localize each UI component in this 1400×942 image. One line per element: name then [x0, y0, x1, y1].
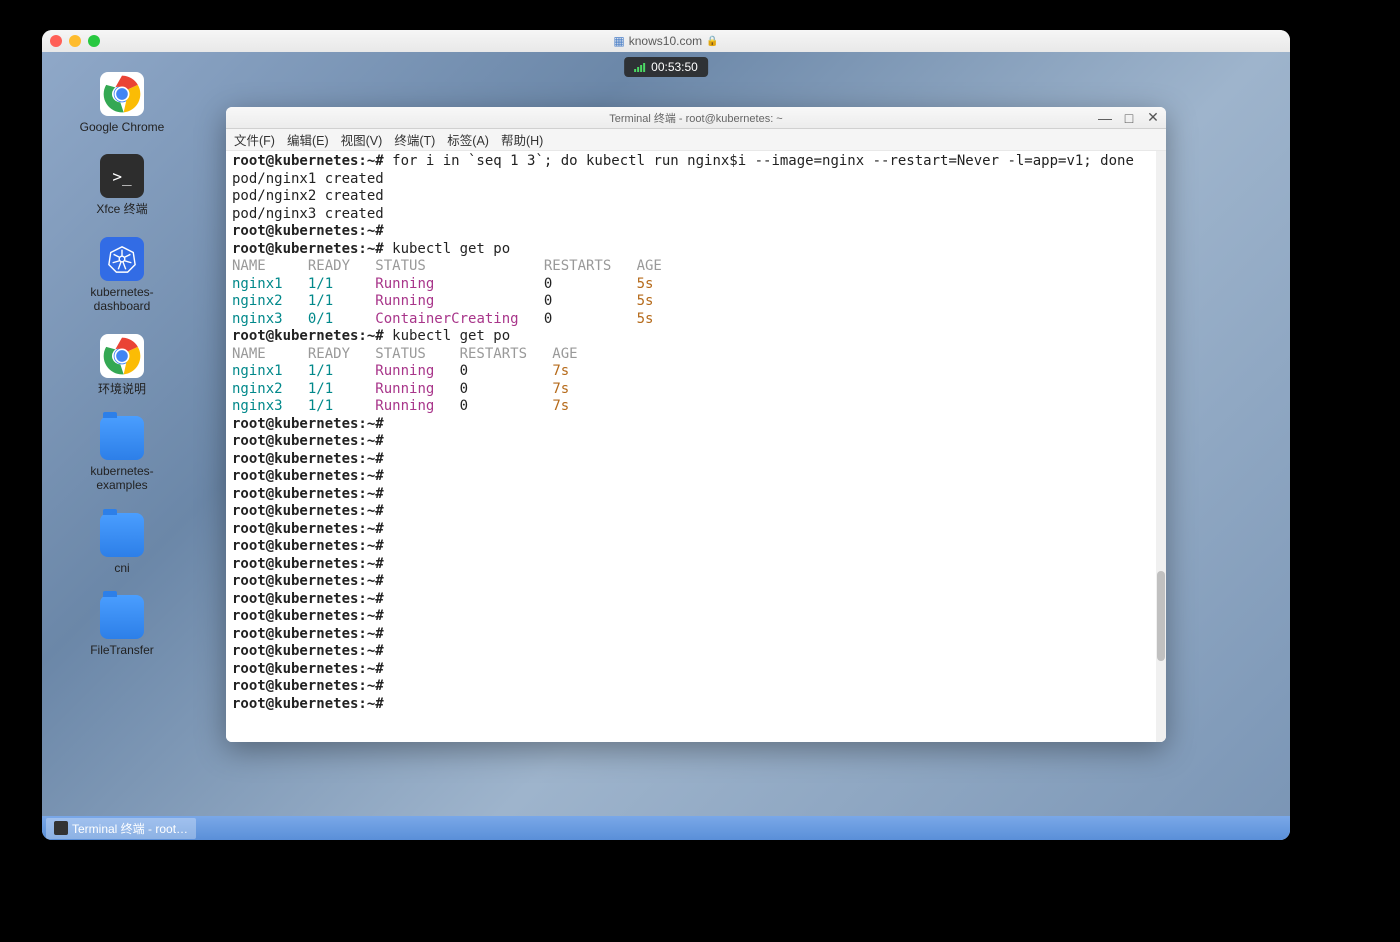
session-timer: 00:53:50: [624, 57, 708, 77]
empty-prompt: root@kubernetes:~#: [232, 416, 1160, 434]
traffic-lights: [50, 35, 100, 47]
output-created: pod/nginx1 created: [232, 171, 1160, 189]
empty-prompt: root@kubernetes:~#: [232, 556, 1160, 574]
site-icon: ▦: [613, 34, 624, 48]
lock-icon: 🔒: [706, 36, 718, 47]
cmd-create-pods: root@kubernetes:~# for i in `seq 1 3`; d…: [232, 153, 1160, 171]
mac-titlebar: ▦ knows10.com 🔒: [42, 30, 1290, 52]
minimize-icon[interactable]: —: [1098, 111, 1112, 125]
desktop-icon-label: Xfce 终端: [96, 202, 147, 216]
empty-prompt: root@kubernetes:~#: [232, 486, 1160, 504]
empty-prompt: root@kubernetes:~#: [232, 696, 1160, 714]
table-row: nginx3 1/1 Running 0 7s: [232, 398, 1160, 416]
desktop-icons-area: Google Chrome >_ Xfce 终端 kubernetes-dashboa…: [62, 72, 182, 678]
chrome-icon: [100, 334, 144, 378]
taskbar-terminal-item[interactable]: Terminal 终端 - root…: [46, 818, 196, 839]
empty-prompt: root@kubernetes:~#: [232, 451, 1160, 469]
terminal-title-text: Terminal 终端 - root@kubernetes: ~: [609, 110, 782, 126]
mac-title: ▦ knows10.com 🔒: [613, 34, 718, 48]
terminal-window-controls: — □ ✕: [1098, 111, 1160, 125]
minimize-mac-icon[interactable]: [69, 35, 81, 47]
table-row: nginx3 0/1 ContainerCreating 0 5s: [232, 311, 1160, 329]
table-row: nginx2 1/1 Running 0 5s: [232, 293, 1160, 311]
close-mac-icon[interactable]: [50, 35, 62, 47]
maximize-icon[interactable]: □: [1122, 111, 1136, 125]
empty-prompt: root@kubernetes:~#: [232, 468, 1160, 486]
empty-prompt: root@kubernetes:~#: [232, 643, 1160, 661]
terminal-menubar: 文件(F) 编辑(E) 视图(V) 终端(T) 标签(A) 帮助(H): [226, 129, 1166, 151]
desktop-icon-kubernetes-dashboard[interactable]: kubernetes-dashboard: [62, 237, 182, 314]
chrome-icon: [100, 72, 144, 116]
taskbar-terminal-icon: [54, 821, 68, 835]
kubernetes-icon: [100, 237, 144, 281]
menu-f[interactable]: 文件(F): [234, 130, 275, 149]
menu-t[interactable]: 终端(T): [394, 130, 435, 149]
terminal-scroll-thumb[interactable]: [1157, 571, 1165, 661]
terminal-content[interactable]: root@kubernetes:~# for i in `seq 1 3`; d…: [226, 151, 1166, 742]
terminal-scrollbar[interactable]: [1156, 151, 1166, 742]
timer-text: 00:53:50: [651, 60, 698, 74]
empty-prompt: root@kubernetes:~#: [232, 538, 1160, 556]
terminal-window: Terminal 终端 - root@kubernetes: ~ — □ ✕ 文…: [226, 107, 1166, 742]
desktop-icon-xfce-[interactable]: >_ Xfce 终端: [62, 154, 182, 216]
folder-icon: [100, 513, 144, 557]
output-created: pod/nginx3 created: [232, 206, 1160, 224]
xfce-desktop[interactable]: 00:53:50 Google Chrome >_ Xfce 终端 kubernete…: [42, 52, 1290, 840]
table-row: nginx2 1/1 Running 0 7s: [232, 381, 1160, 399]
xfce-taskbar: Terminal 终端 - root…: [42, 816, 1290, 840]
folder-icon: [100, 595, 144, 639]
empty-prompt: root@kubernetes:~#: [232, 608, 1160, 626]
empty-prompt: root@kubernetes:~#: [232, 661, 1160, 679]
empty-prompt: root@kubernetes:~#: [232, 503, 1160, 521]
table-header: NAME READY STATUS RESTARTS AGE: [232, 346, 1160, 364]
desktop-icon-label: cni: [114, 561, 129, 575]
desktop-icon-label: Google Chrome: [80, 120, 165, 134]
empty-prompt: root@kubernetes:~#: [232, 626, 1160, 644]
cmd-get-pods: root@kubernetes:~# kubectl get po: [232, 328, 1160, 346]
zoom-mac-icon[interactable]: [88, 35, 100, 47]
table-row: nginx1 1/1 Running 0 7s: [232, 363, 1160, 381]
desktop-icon-kubernetes-examples[interactable]: kubernetes-examples: [62, 416, 182, 493]
mac-browser-window: ▦ knows10.com 🔒 00:53:50 Google Chrome >_…: [42, 30, 1290, 840]
menu-a[interactable]: 标签(A): [447, 130, 489, 149]
desktop-icon-cni[interactable]: cni: [62, 513, 182, 575]
desktop-icon-label: kubernetes-dashboard: [67, 285, 177, 314]
menu-e[interactable]: 编辑(E): [287, 130, 329, 149]
desktop-icon-label: kubernetes-examples: [67, 464, 177, 493]
cmd-get-pods: root@kubernetes:~# kubectl get po: [232, 241, 1160, 259]
terminal-titlebar[interactable]: Terminal 终端 - root@kubernetes: ~ — □ ✕: [226, 107, 1166, 129]
desktop-icon-google-chrome[interactable]: Google Chrome: [62, 72, 182, 134]
output-created: pod/nginx2 created: [232, 188, 1160, 206]
table-row: nginx1 1/1 Running 0 5s: [232, 276, 1160, 294]
desktop-icon-label: 环境说明: [98, 382, 146, 396]
desktop-icon--[interactable]: 环境说明: [62, 334, 182, 396]
empty-prompt: root@kubernetes:~#: [232, 573, 1160, 591]
table-header: NAME READY STATUS RESTARTS AGE: [232, 258, 1160, 276]
taskbar-item-label: Terminal 终端 - root…: [72, 820, 188, 837]
desktop-icon-label: FileTransfer: [90, 643, 154, 657]
empty-prompt: root@kubernetes:~#: [232, 433, 1160, 451]
menu-h[interactable]: 帮助(H): [501, 130, 543, 149]
empty-prompt: root@kubernetes:~#: [232, 223, 1160, 241]
signal-icon: [634, 62, 646, 72]
empty-prompt: root@kubernetes:~#: [232, 678, 1160, 696]
desktop-icon-filetransfer[interactable]: FileTransfer: [62, 595, 182, 657]
folder-icon: [100, 416, 144, 460]
terminal-app-icon: >_: [100, 154, 144, 198]
empty-prompt: root@kubernetes:~#: [232, 591, 1160, 609]
url-text: knows10.com: [629, 34, 702, 48]
empty-prompt: root@kubernetes:~#: [232, 521, 1160, 539]
close-icon[interactable]: ✕: [1146, 111, 1160, 125]
menu-v[interactable]: 视图(V): [341, 130, 383, 149]
